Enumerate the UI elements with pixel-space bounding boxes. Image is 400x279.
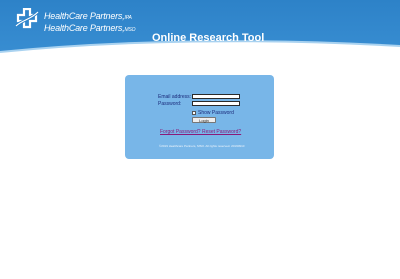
brand-suffix-ipa: IPA [124,15,132,21]
forgot-reset-password-link[interactable]: Forgot Password? Reset Password? [160,129,241,135]
brand-line-ipa-text: HealthCare Partners, [44,11,125,21]
login-button[interactable]: Login [192,117,216,123]
brand-line-mso: HealthCare Partners,MSO [44,23,136,35]
hcp-logo-icon [14,8,40,29]
password-field[interactable] [192,101,240,106]
brand-suffix-mso: MSO [124,27,136,33]
password-label: Password: [158,101,182,107]
app-title: Online Research Tool [152,32,265,44]
email-field[interactable] [192,94,240,99]
show-password-label: Show Password [198,110,234,116]
header-bar: HealthCare Partners,IPA HealthCare Partn… [0,0,400,62]
login-panel: Email address: Password: Show Password L… [125,75,274,159]
email-label: Email address: [158,94,192,100]
brand-line-mso-text: HealthCare Partners, [44,23,125,33]
brand-line-ipa: HealthCare Partners,IPA [44,11,135,23]
show-password-checkbox[interactable] [192,111,196,115]
copyright-text: ©2019 Healthcare Partners, MSO. All righ… [159,144,245,148]
brand-name: HealthCare Partners,IPA HealthCare Partn… [44,11,136,35]
